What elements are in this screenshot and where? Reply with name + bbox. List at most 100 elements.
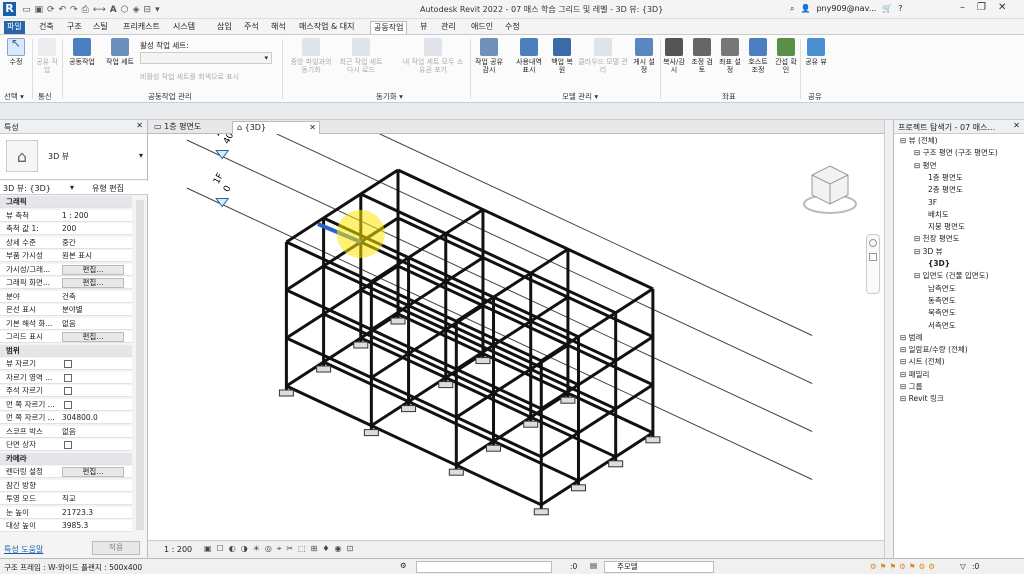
coordination-review-button[interactable]: 조정 검토 — [690, 38, 714, 74]
viewcube[interactable] — [800, 160, 860, 220]
type-selector[interactable]: ⌂ 3D 뷰 ▾ — [0, 134, 147, 180]
browser-node[interactable]: ⊟ 평면 — [914, 161, 936, 171]
worksharing-monitor-button[interactable]: 작업 공유 감시 — [474, 38, 504, 74]
tab-9[interactable]: 매스작업 & 대지 — [296, 21, 357, 34]
tab-5[interactable]: 시스템 — [170, 21, 198, 34]
save-icon[interactable]: ▣ — [35, 5, 44, 15]
steering-wheel-icon[interactable] — [869, 239, 877, 247]
tab-11[interactable]: 뷰 — [417, 21, 430, 34]
tab-3[interactable]: 스틸 — [90, 21, 111, 34]
instance-selector[interactable]: 3D 뷰: {3D} — [3, 183, 51, 194]
customize-icon[interactable]: ▾ — [155, 5, 160, 15]
measure-icon[interactable]: ⟷ — [93, 5, 106, 15]
expand-icon[interactable]: ⊟ — [900, 136, 909, 145]
browser-node[interactable]: ⊟ 패밀리 — [900, 370, 929, 380]
active-workset-dropdown[interactable]: ▾ — [140, 52, 272, 64]
cart-icon[interactable]: 🛒 — [882, 4, 892, 14]
browser-node[interactable]: ⊟ 입면도 (건물 입면도) — [914, 271, 989, 281]
browser-node[interactable]: ⊟ 구조 평면 (구조 평면도) — [914, 148, 998, 158]
modify-button[interactable]: ↖ 수정 — [4, 37, 28, 66]
tab-3d[interactable]: ⌂ {3D} ✕ — [232, 121, 320, 134]
redo-icon[interactable]: ↷ — [70, 5, 78, 15]
edit-button[interactable]: 편집... — [62, 332, 124, 342]
view-control-icons[interactable]: ▣☐◐◑☀◎⌖✂⬚⊞♦◉⊡ — [204, 544, 358, 554]
property-value[interactable]: 직교 — [62, 493, 76, 505]
gray-inactive-checkbox[interactable]: 비활성 작업 세트를 회색으로 표시 — [140, 72, 239, 82]
relinquish-all-button[interactable]: 내 작업 세트 모두 소유권 포기 — [400, 38, 466, 74]
edit-button[interactable]: 편집... — [62, 278, 124, 288]
property-value[interactable]: 분야별 — [62, 304, 83, 316]
navigation-bar[interactable] — [866, 234, 880, 294]
text-icon[interactable]: A — [110, 5, 117, 15]
open-icon[interactable]: ▭ — [22, 5, 31, 15]
property-value[interactable]: 건축 — [62, 291, 76, 303]
property-value[interactable]: 200 — [62, 223, 76, 235]
property-value[interactable]: 304800.0 — [62, 412, 98, 424]
expand-icon[interactable]: ⊟ — [914, 148, 923, 157]
expand-icon[interactable]: ⊟ — [900, 382, 909, 391]
property-value[interactable]: 21723.3 — [62, 507, 93, 519]
browser-node[interactable]: ⊟ 뷰 (전체) — [900, 136, 938, 146]
show-history-button[interactable]: 사용내역 표시 — [514, 38, 544, 74]
property-value[interactable]: 없음 — [62, 318, 76, 330]
tab-1f-plan[interactable]: ▭ 1층 평면도 — [150, 121, 205, 134]
expand-icon[interactable]: ⊟ — [900, 357, 909, 366]
properties-help-link[interactable]: 특성 도움말 — [4, 544, 43, 555]
browser-node[interactable]: 3F — [928, 198, 937, 208]
browser-node[interactable]: ⊟ 3D 뷰 — [914, 247, 943, 257]
shared-views-button[interactable]: 공유 뷰 — [804, 38, 828, 66]
share-work-button[interactable]: 공유 작업 — [35, 38, 59, 74]
expand-icon[interactable]: ⊟ — [900, 394, 909, 403]
browser-node[interactable]: 남측면도 — [928, 284, 956, 294]
tab-10[interactable]: 공동작업 — [370, 21, 408, 34]
manage-cloud-models-button[interactable]: 클라우드 모델 관리 — [578, 38, 628, 74]
design-options-icon[interactable]: ▤ — [590, 561, 597, 570]
tab-4[interactable]: 프리캐스트 — [120, 21, 163, 34]
expand-icon[interactable]: ⊟ — [900, 333, 909, 342]
chevron-down-icon[interactable]: ▾ — [70, 183, 74, 192]
building-model[interactable]: 지붕120003F80002F40001F0 — [148, 20, 884, 540]
properties-scrollbar[interactable] — [136, 200, 144, 530]
tab-0[interactable]: 파일 — [4, 21, 25, 34]
tab-1[interactable]: 건축 — [36, 21, 57, 34]
browser-node[interactable]: 2층 평면도 — [928, 185, 963, 195]
apply-button[interactable]: 적용 — [92, 541, 140, 555]
property-checkbox[interactable] — [64, 387, 72, 395]
browser-node[interactable]: 북측면도 — [928, 308, 956, 318]
browser-node[interactable]: 1층 평면도 — [928, 173, 963, 183]
tab-7[interactable]: 주석 — [241, 21, 262, 34]
close-icon[interactable]: ✕ — [998, 2, 1006, 13]
property-group[interactable]: 카메라 — [0, 452, 132, 465]
section-icon[interactable]: ◈ — [133, 5, 140, 15]
user-name[interactable]: pny909@nav... — [816, 4, 876, 14]
expand-icon[interactable]: ⊟ — [900, 370, 909, 379]
filter-icon[interactable]: ▽ — [960, 562, 966, 571]
property-group[interactable]: 범위 — [0, 344, 132, 357]
browser-node[interactable]: 지붕 평면도 — [928, 222, 965, 232]
browser-node[interactable]: 배치도 — [928, 210, 949, 220]
close-icon[interactable]: ✕ — [1013, 121, 1020, 130]
expand-icon[interactable]: ⊟ — [914, 247, 923, 256]
view-scale[interactable]: 1 : 200 — [164, 545, 192, 554]
browser-node[interactable]: ⊟ 일람표/수량 (전체) — [900, 345, 968, 355]
restore-backup-button[interactable]: 백업 복원 — [550, 38, 574, 74]
restore-icon[interactable]: ❐ — [977, 2, 986, 13]
tab-14[interactable]: 수정 — [502, 21, 523, 34]
interference-check-button[interactable]: 간섭 확인 — [774, 38, 798, 74]
property-value[interactable]: 3985.3 — [62, 520, 88, 532]
undo-icon[interactable]: ↶ — [59, 5, 67, 15]
user-icon[interactable]: 👤 — [800, 4, 810, 14]
property-checkbox[interactable] — [64, 400, 72, 409]
selection-filter-icons[interactable]: ⚙⚑⚑⚙⚑⚙⚙ — [870, 562, 938, 571]
minimize-icon[interactable]: – — [960, 2, 965, 13]
browser-node[interactable]: ⊟ 범례 — [900, 333, 922, 343]
reconcile-hosting-button[interactable]: 호스트 조정 — [746, 38, 770, 74]
close-icon[interactable]: ✕ — [309, 122, 316, 134]
tab-12[interactable]: 관리 — [438, 21, 459, 34]
browser-node[interactable]: 동측면도 — [928, 296, 956, 306]
property-checkbox[interactable] — [64, 373, 72, 382]
browser-node[interactable]: ⊟ 천장 평면도 — [914, 234, 960, 244]
browser-node[interactable]: ⊟ Revit 링크 — [900, 394, 944, 404]
tab-13[interactable]: 애드인 — [468, 21, 496, 34]
property-value[interactable]: 없음 — [62, 426, 76, 438]
